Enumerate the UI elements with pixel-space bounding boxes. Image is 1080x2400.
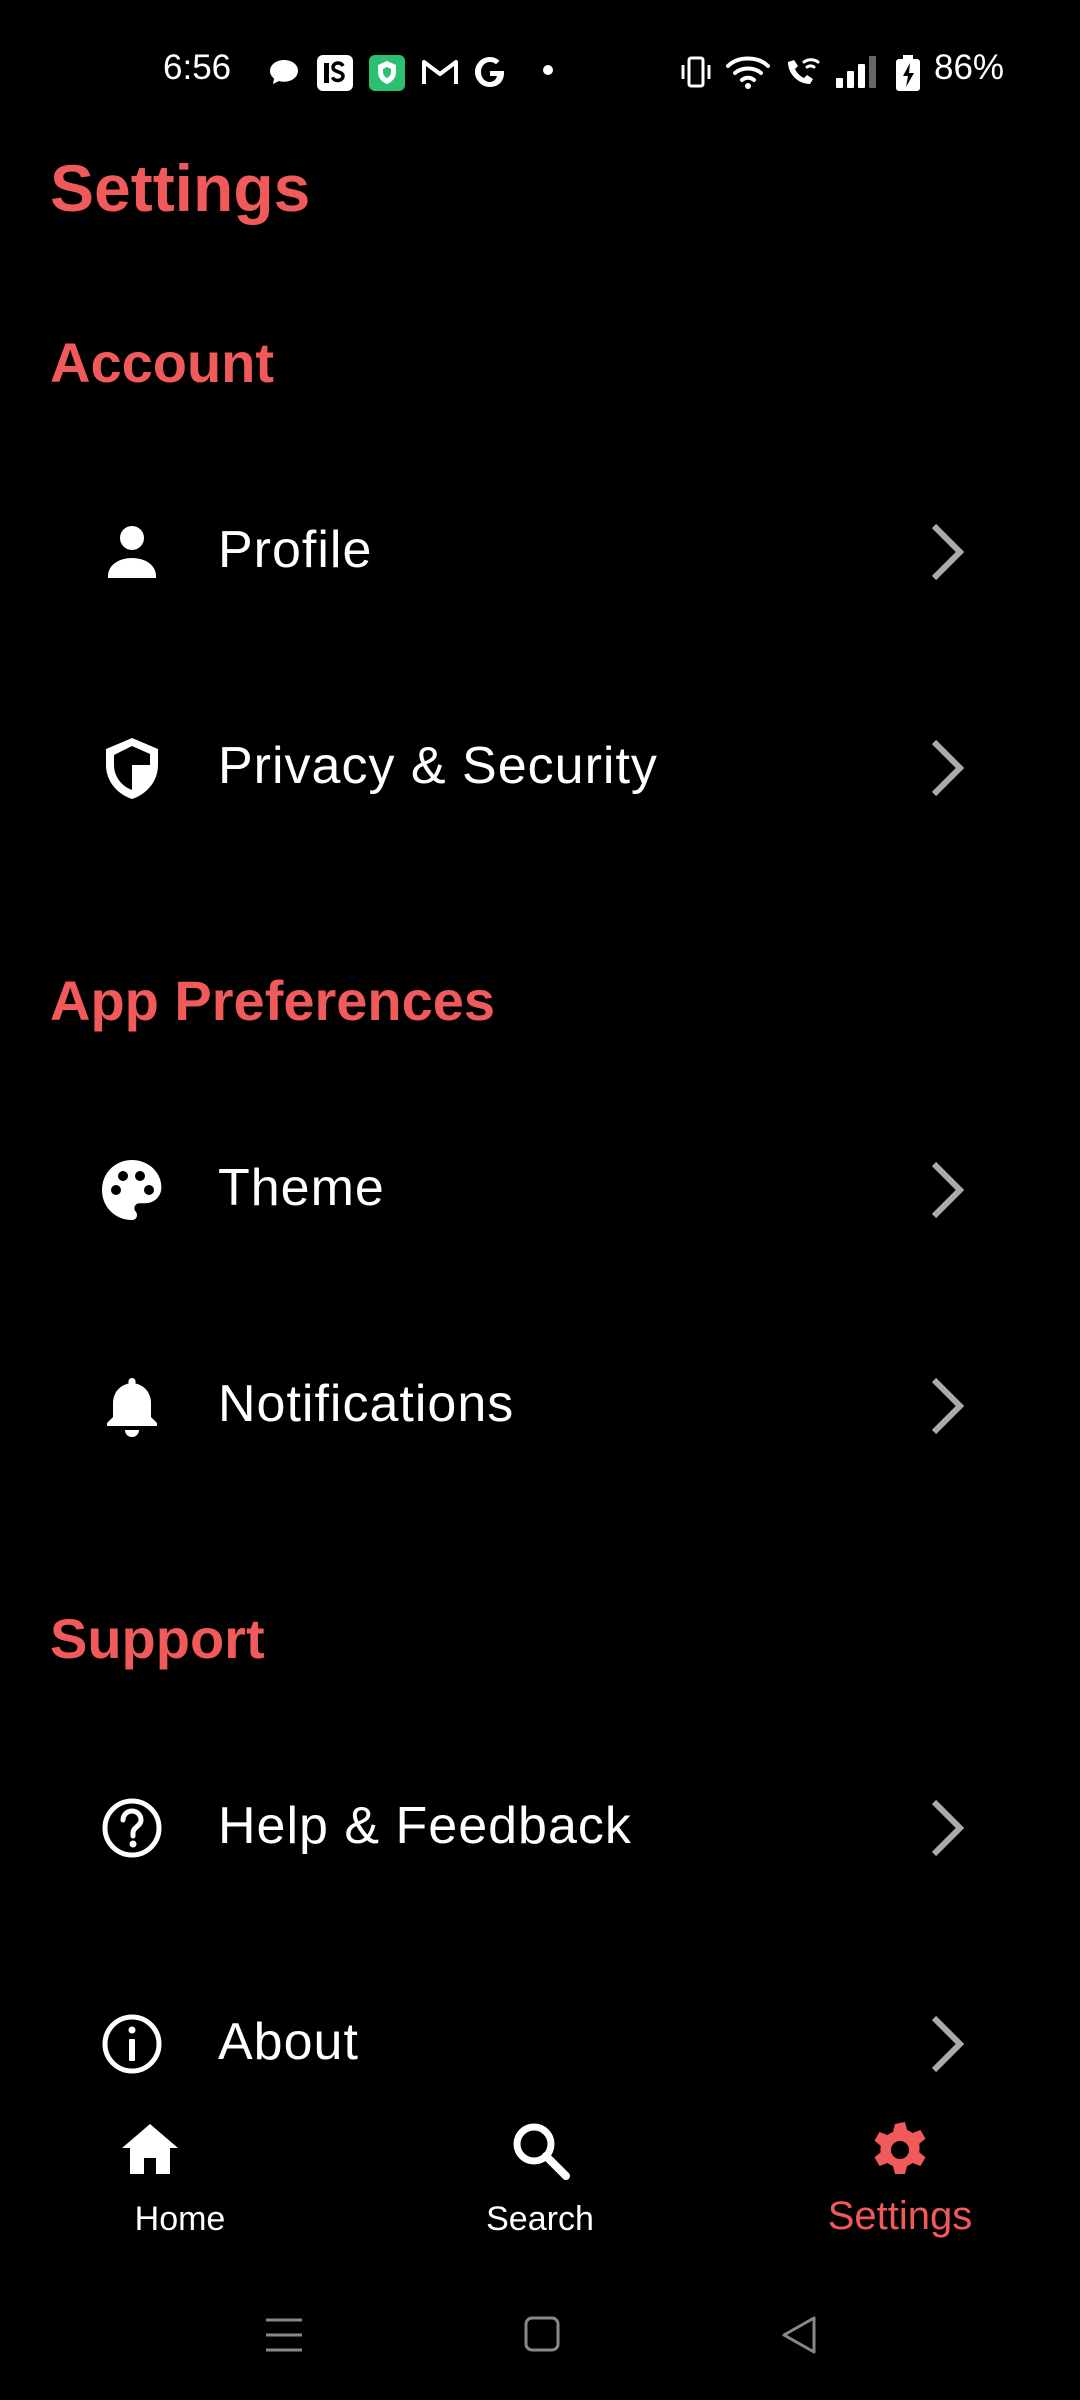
help-circle-icon	[102, 1798, 162, 1858]
bell-icon	[107, 1378, 157, 1437]
vibrate-icon	[681, 56, 711, 88]
recents-icon[interactable]	[254, 2310, 314, 2360]
gear-icon	[874, 2122, 926, 2174]
gmail-icon	[422, 60, 458, 84]
settings-item-label: About	[218, 2013, 359, 2071]
section-title-app-preferences: App Preferences	[50, 969, 496, 1032]
chevron-right-icon	[931, 739, 965, 797]
settings-item-label: Profile	[218, 521, 373, 579]
nav-item-settings[interactable]: Settings	[720, 2090, 1080, 2270]
chevron-right-icon	[931, 523, 965, 581]
chevron-right-icon	[931, 1161, 965, 1219]
nav-label: Search	[486, 2200, 594, 2238]
settings-item-label: Theme	[218, 1159, 385, 1217]
chevron-right-icon	[931, 1799, 965, 1857]
status-time: 6:56	[163, 48, 232, 87]
nav-item-search[interactable]: Search	[360, 2090, 720, 2270]
dot-icon	[543, 65, 553, 75]
battery-charging-icon	[896, 55, 920, 91]
settings-item-notifications[interactable]: Notifications	[0, 1300, 1080, 1500]
shield-icon	[106, 738, 158, 799]
settings-item-label: Privacy & Security	[218, 737, 658, 795]
battery-percent: 86%	[934, 48, 1005, 87]
back-icon[interactable]	[770, 2310, 830, 2360]
home-icon	[122, 2124, 178, 2174]
google-icon	[475, 57, 504, 87]
system-navigation-bar	[0, 2290, 1080, 2380]
is-app-icon	[317, 55, 353, 91]
settings-item-label: Help & Feedback	[218, 1797, 632, 1855]
nav-label: Home	[134, 2200, 226, 2238]
settings-item-help-feedback[interactable]: Help & Feedback	[0, 1722, 1080, 1922]
settings-item-theme[interactable]: Theme	[0, 1084, 1080, 1284]
chevron-right-icon	[931, 1377, 965, 1435]
status-bar: 6:56 86%	[0, 0, 1080, 140]
settings-item-label: Notifications	[218, 1375, 515, 1433]
nav-label: Settings	[827, 2194, 973, 2238]
settings-item-profile[interactable]: Profile	[0, 446, 1080, 646]
chat-icon	[270, 60, 298, 84]
info-circle-icon	[102, 2014, 162, 2074]
page-title: Settings	[50, 151, 311, 225]
wifi-icon	[726, 56, 770, 89]
section-title-support: Support	[50, 1607, 265, 1670]
wifi-call-icon	[788, 58, 820, 84]
nav-item-home[interactable]: Home	[0, 2090, 360, 2270]
search-icon	[513, 2123, 570, 2180]
home-button-icon[interactable]	[512, 2310, 572, 2360]
chevron-right-icon	[931, 2015, 965, 2073]
bottom-navigation: Home Search Settings	[0, 2090, 1080, 2270]
signal-icon	[836, 56, 876, 88]
person-icon	[108, 526, 156, 578]
settings-item-privacy-security[interactable]: Privacy & Security	[0, 662, 1080, 862]
section-title-account: Account	[50, 331, 274, 394]
palette-icon	[102, 1160, 162, 1220]
shield-app-icon	[369, 55, 405, 91]
